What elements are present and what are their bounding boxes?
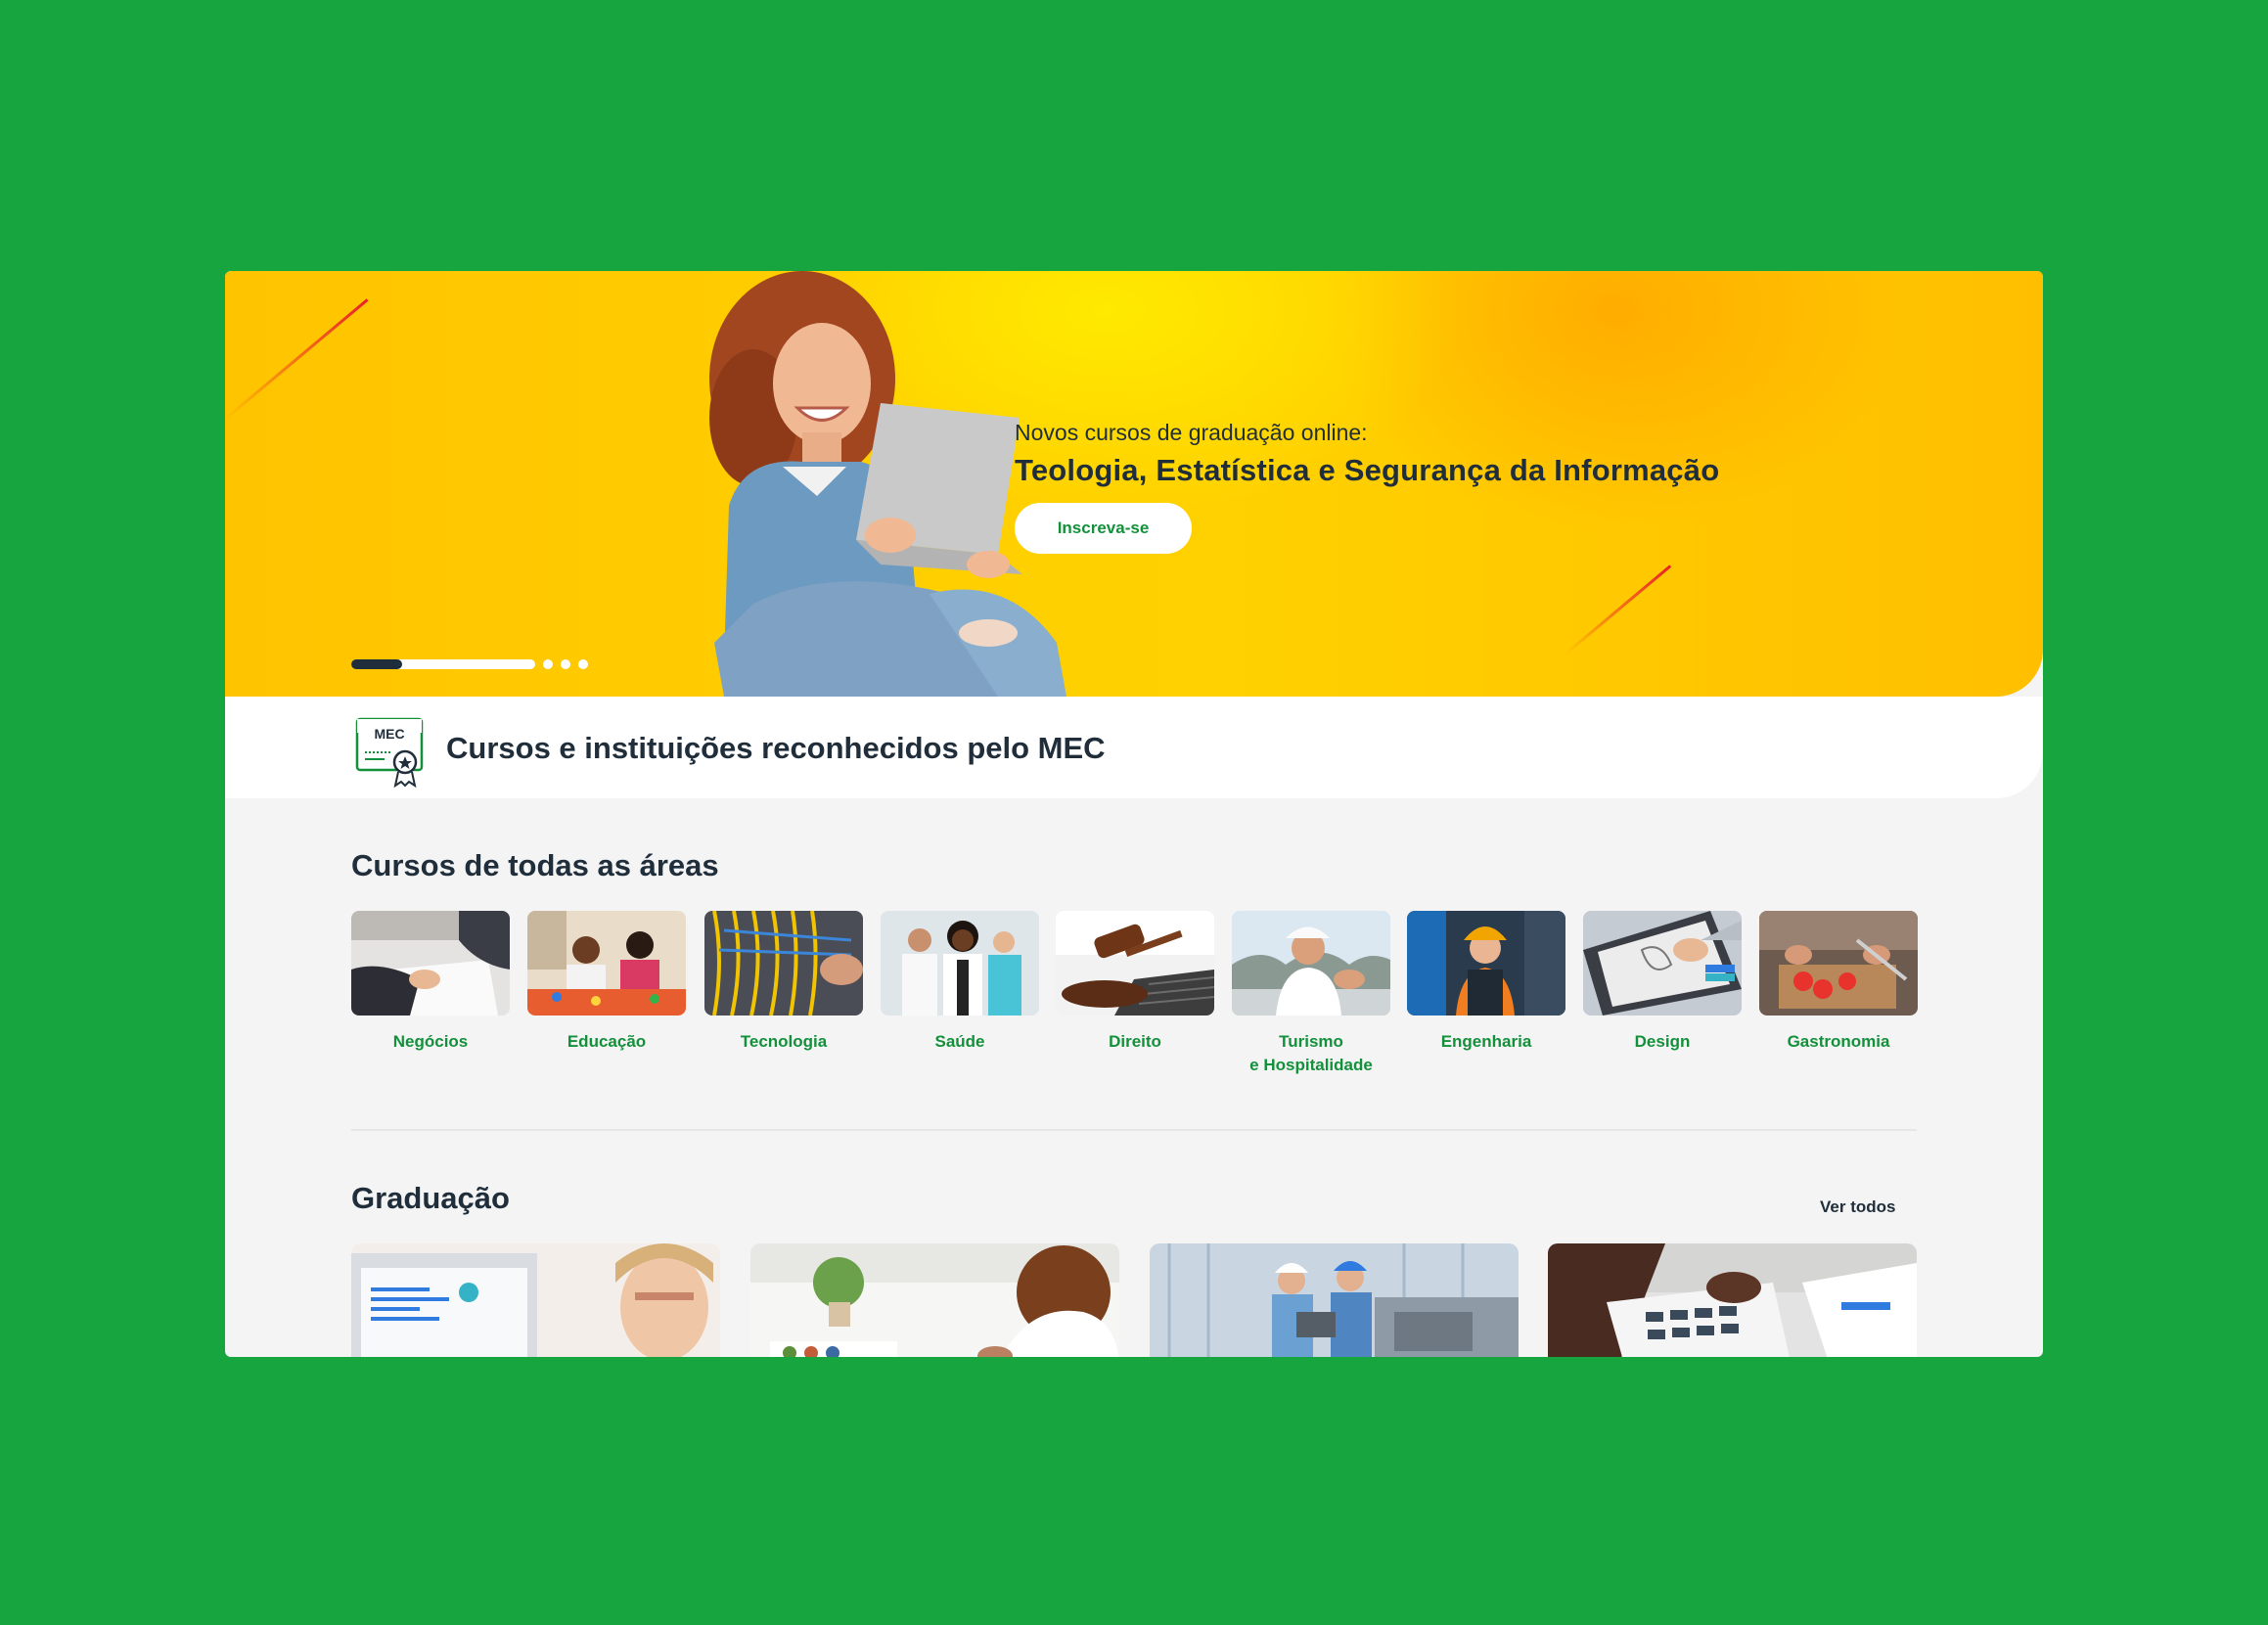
see-all-link[interactable]: Ver todos xyxy=(1820,1197,1895,1217)
mec-certificate-icon: MEC xyxy=(355,717,424,788)
area-label: Tecnologia xyxy=(740,1032,828,1051)
course-card-image xyxy=(351,1243,720,1357)
area-card-turismo[interactable]: Turismo e Hospitalidade xyxy=(1232,911,1390,1077)
tecnologia-image xyxy=(704,911,863,1016)
carousel-progress xyxy=(351,659,402,669)
area-card-negocios[interactable]: Negócios xyxy=(351,911,510,1054)
area-label: Educação xyxy=(567,1032,647,1051)
direito-image xyxy=(1056,911,1214,1016)
gastronomia-image xyxy=(1759,911,1918,1016)
area-card-direito[interactable]: Direito xyxy=(1056,911,1214,1054)
svg-text:MEC: MEC xyxy=(374,726,404,742)
negocios-image xyxy=(351,911,510,1016)
course-card[interactable] xyxy=(750,1243,1119,1357)
area-label: Direito xyxy=(1109,1032,1161,1051)
course-card-image xyxy=(750,1243,1119,1357)
area-card-saude[interactable]: Saúde xyxy=(881,911,1039,1054)
area-label: Engenharia xyxy=(1440,1032,1532,1051)
course-card-image xyxy=(1150,1243,1519,1357)
area-card-gastronomia[interactable]: Gastronomia xyxy=(1759,911,1918,1054)
carousel-dot-3[interactable] xyxy=(561,659,570,669)
educacao-image xyxy=(527,911,686,1016)
carousel-dot-2[interactable] xyxy=(543,659,553,669)
area-label: Gastronomia xyxy=(1787,1032,1890,1051)
section-divider xyxy=(351,1129,1917,1131)
area-card-design[interactable]: Design xyxy=(1583,911,1742,1054)
course-card[interactable] xyxy=(1150,1243,1519,1357)
area-label: Turismo e Hospitalidade xyxy=(1249,1032,1373,1074)
area-label: Design xyxy=(1634,1032,1691,1051)
design-image xyxy=(1583,911,1742,1016)
hero-title: Teologia, Estatística e Segurança da Inf… xyxy=(1015,453,1720,487)
hero-banner: Novos cursos de graduação online: Teolog… xyxy=(225,271,2043,697)
turismo-image xyxy=(1232,911,1390,1016)
engenharia-image xyxy=(1407,911,1565,1016)
area-card-tecnologia[interactable]: Tecnologia xyxy=(704,911,863,1054)
course-card[interactable] xyxy=(351,1243,720,1357)
saude-image xyxy=(881,911,1039,1016)
carousel-dot-4[interactable] xyxy=(578,659,588,669)
graduacao-section-title: Graduação xyxy=(351,1181,510,1215)
area-label: Saúde xyxy=(934,1032,985,1051)
areas-section-title: Cursos de todas as áreas xyxy=(351,848,719,882)
area-card-engenharia[interactable]: Engenharia xyxy=(1407,911,1565,1054)
course-card[interactable] xyxy=(1548,1243,1917,1357)
area-card-educacao[interactable]: Educação xyxy=(527,911,686,1054)
mec-recognition-text: Cursos e instituições reconhecidos pelo … xyxy=(446,731,1106,765)
page-frame: Novos cursos de graduação online: Teolog… xyxy=(225,271,2043,1357)
carousel-dot-1[interactable] xyxy=(351,659,535,669)
area-label: Negócios xyxy=(392,1032,469,1051)
enroll-button[interactable]: Inscreva-se xyxy=(1015,503,1192,554)
hero-subtitle: Novos cursos de graduação online: xyxy=(1015,420,1368,445)
course-card-image xyxy=(1548,1243,1917,1357)
